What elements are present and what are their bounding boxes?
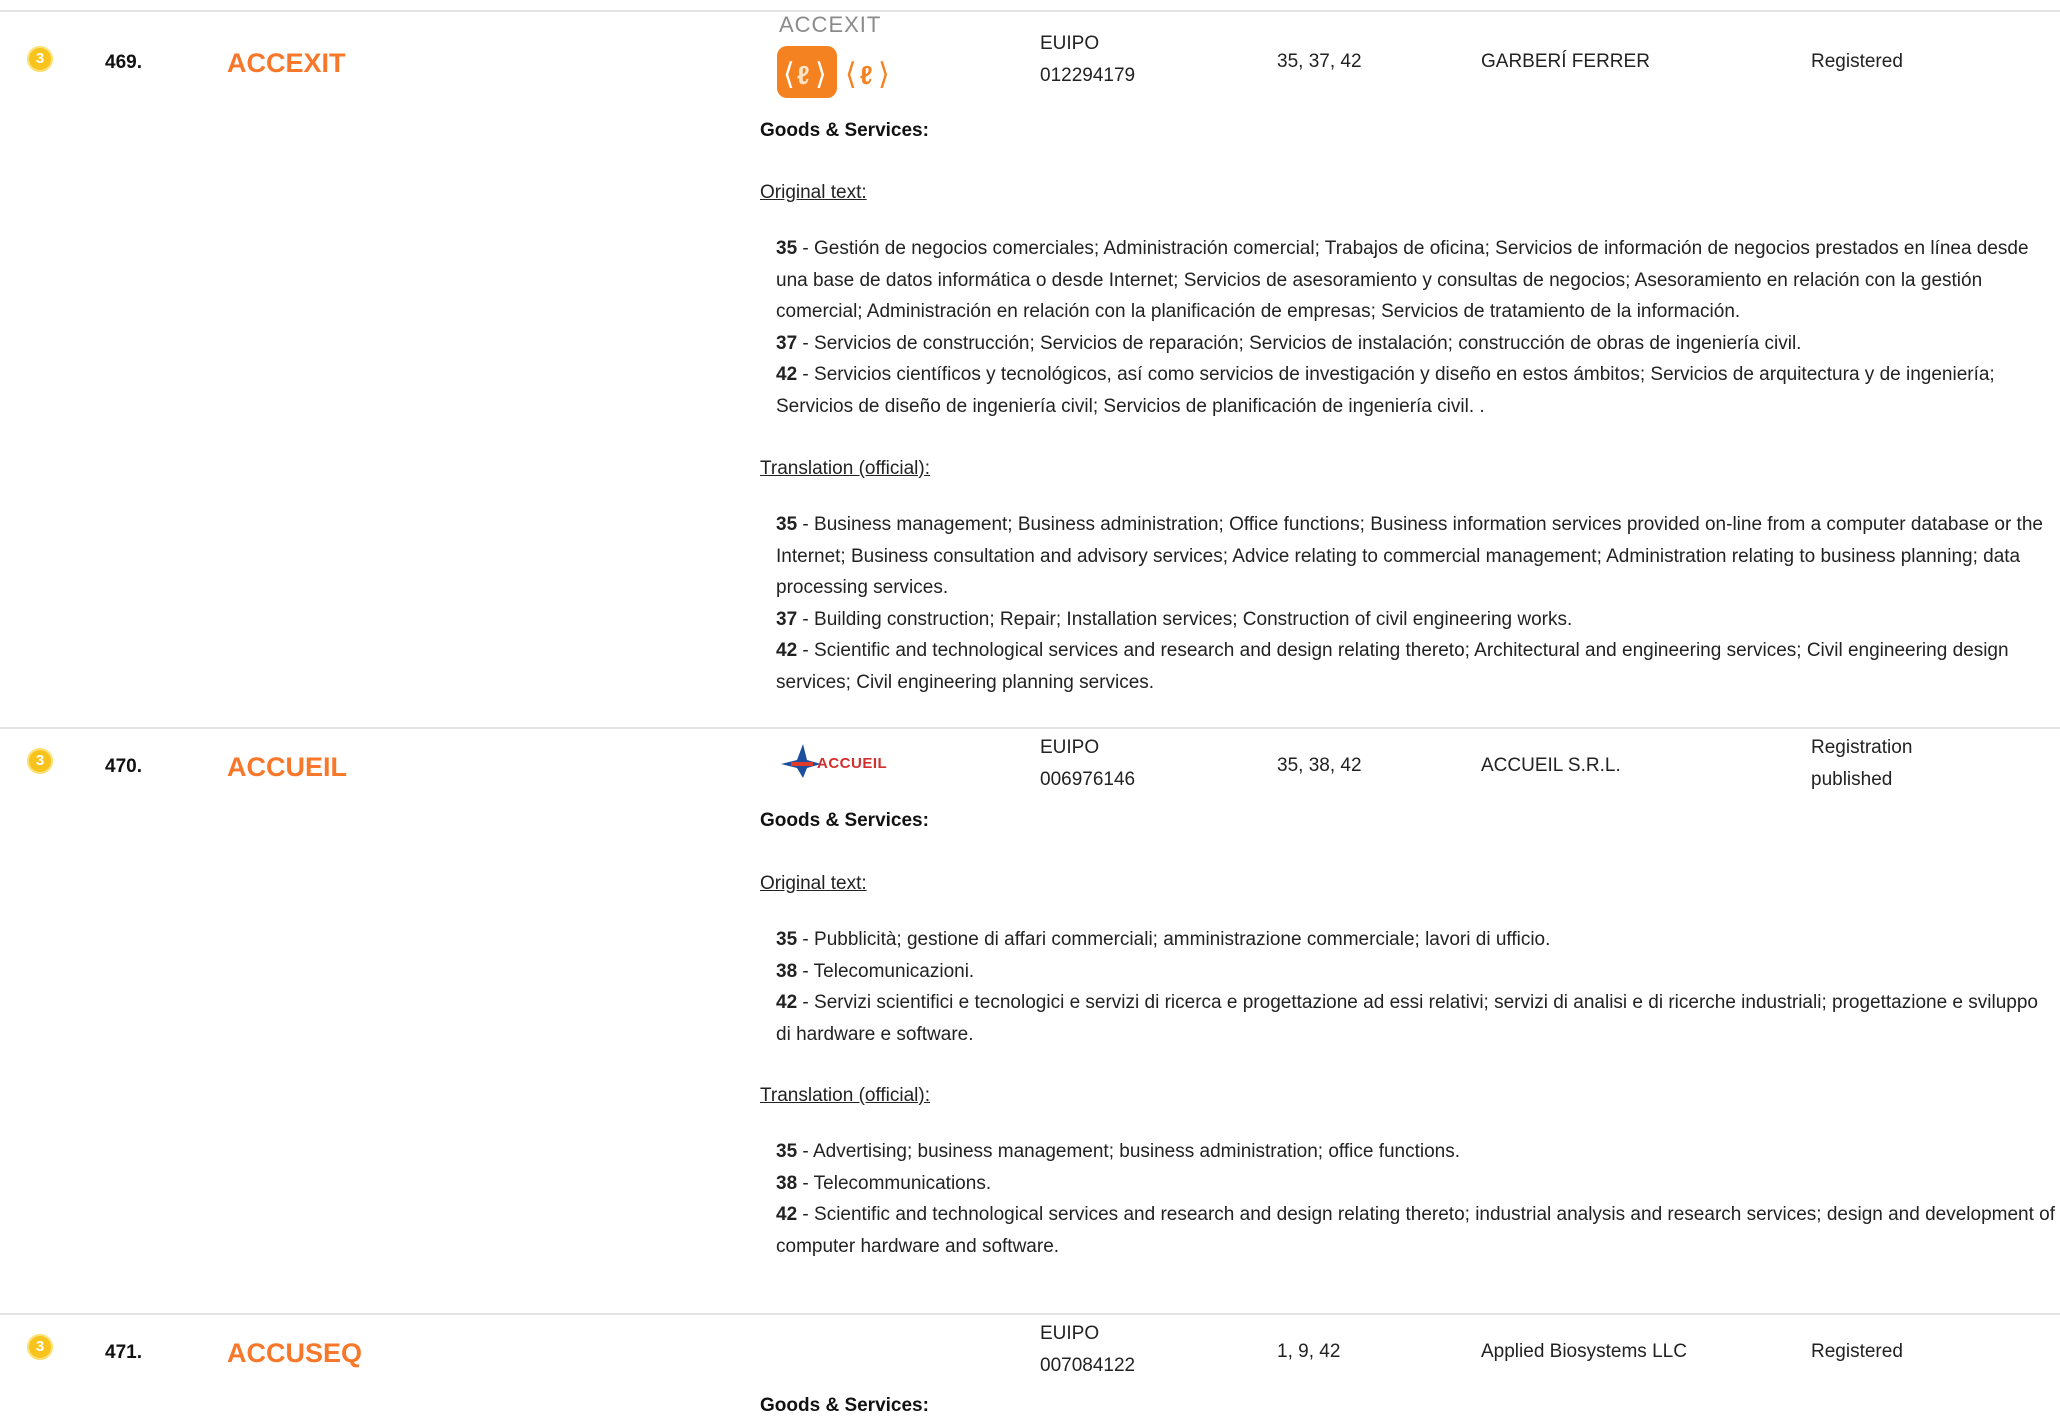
owner-cell: ACCUEIL S.R.L.: [1481, 755, 1621, 776]
office-name: EUIPO: [1040, 737, 1100, 758]
rank-badge: 3: [27, 46, 53, 72]
row-separator: [0, 1313, 2060, 1315]
application-number: 007084122: [1040, 1355, 1136, 1376]
entry-number: 471.: [105, 1342, 142, 1363]
trademark-logo: ACCUEIL: [781, 744, 887, 778]
status-cell: Registered: [1811, 1341, 1903, 1362]
trademark-name-link[interactable]: ACCUEIL: [227, 752, 347, 783]
svg-text:ℓ: ℓ: [860, 60, 873, 90]
goods-services-title: Goods & Services:: [760, 810, 929, 831]
office-cell: EUIPO 006976146: [1040, 732, 1135, 796]
owner-cell: GARBERÍ FERRER: [1481, 51, 1650, 72]
original-text-block: 35 - Gestión de negocios comerciales; Ad…: [776, 233, 2056, 422]
translation-text-block: 35 - Business management; Business admin…: [776, 509, 2056, 698]
svg-text:⟨: ⟨: [783, 58, 795, 91]
trademark-name-link[interactable]: ACCEXIT: [227, 48, 346, 79]
class-line: 38 - Telecommunications.: [776, 1172, 992, 1194]
office-name: EUIPO: [1040, 1323, 1100, 1344]
svg-text:⟩: ⟩: [878, 58, 890, 91]
trademark-name-link[interactable]: ACCUSEQ: [227, 1338, 362, 1369]
class-line: 42 - Servicios científicos y tecnológico…: [776, 364, 1995, 417]
logo-wordmark: ACCUEIL: [817, 755, 887, 772]
rank-badge: 3: [27, 1334, 53, 1360]
application-number: 012294179: [1040, 65, 1136, 86]
class-line: 35 - Business management; Business admin…: [776, 514, 2043, 598]
entry-number: 470.: [105, 756, 142, 777]
original-text-label: Original text:: [760, 873, 867, 894]
office-name: EUIPO: [1040, 33, 1100, 54]
entry-number: 469.: [105, 52, 142, 73]
original-text-label: Original text:: [760, 182, 867, 203]
class-line: 35 - Gestión de negocios comerciales; Ad…: [776, 238, 2029, 322]
status-line: Registration: [1811, 737, 1913, 758]
class-line: 42 - Scientific and technological servic…: [776, 1204, 2056, 1257]
row-separator: [0, 10, 2060, 12]
class-line: 35 - Advertising; business management; b…: [776, 1141, 1461, 1162]
office-cell: EUIPO 012294179: [1040, 28, 1135, 92]
status-cell: Registration published: [1811, 732, 1912, 796]
translation-text-block: 35 - Advertising; business management; b…: [776, 1136, 2056, 1262]
row-separator: [0, 727, 2060, 729]
class-line: 42 - Servizi scientifici e tecnologici e…: [776, 992, 2038, 1045]
office-cell: EUIPO 007084122: [1040, 1318, 1135, 1382]
translation-label: Translation (official):: [760, 1085, 931, 1106]
classes-cell: 35, 38, 42: [1277, 755, 1362, 776]
svg-text:ℓ: ℓ: [797, 60, 810, 90]
svg-text:⟩: ⟩: [815, 58, 827, 91]
translation-label: Translation (official):: [760, 458, 931, 479]
owner-cell: Applied Biosystems LLC: [1481, 1341, 1687, 1362]
application-number: 006976146: [1040, 769, 1136, 790]
trademark-logo: ACCEXIT ⟨ ℓ ⟩ ⟨ ℓ ⟩: [777, 12, 890, 98]
rank-badge: 3: [27, 748, 53, 774]
goods-services-title: Goods & Services:: [760, 1395, 929, 1416]
original-text-block: 35 - Pubblicità; gestione di affari comm…: [776, 924, 2056, 1050]
class-line: 38 - Telecomunicazioni.: [776, 960, 975, 982]
class-line: 37 - Building construction; Repair; Inst…: [776, 608, 1573, 630]
classes-cell: 35, 37, 42: [1277, 51, 1362, 72]
class-line: 35 - Pubblicità; gestione di affari comm…: [776, 929, 1551, 950]
status-cell: Registered: [1811, 51, 1903, 72]
class-line: 42 - Scientific and technological servic…: [776, 640, 2009, 693]
status-line: published: [1811, 769, 1893, 790]
classes-cell: 1, 9, 42: [1277, 1341, 1341, 1362]
logo-wordmark: ACCEXIT: [779, 12, 881, 37]
goods-services-title: Goods & Services:: [760, 120, 929, 141]
class-line: 37 - Servicios de construcción; Servicio…: [776, 332, 1802, 354]
svg-text:⟨: ⟨: [845, 58, 857, 91]
